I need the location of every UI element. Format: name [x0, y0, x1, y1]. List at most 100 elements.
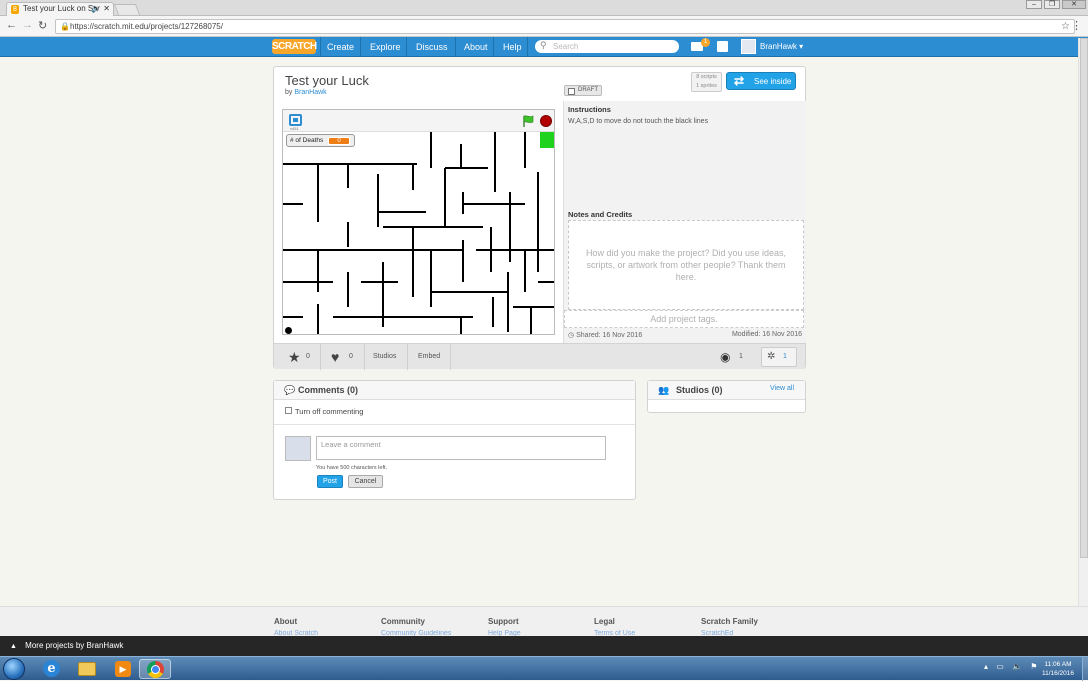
- instructions-text[interactable]: W,A,S,D to move do not touch the black l…: [568, 118, 708, 125]
- checkbox[interactable]: [285, 407, 292, 414]
- green-flag-icon[interactable]: [522, 115, 534, 127]
- eye-icon: ◉: [720, 350, 731, 364]
- modified-date: Modified: 16 Nov 2016: [731, 331, 802, 338]
- lock-icon: 🔒: [60, 22, 70, 31]
- message-count-badge: 1: [701, 38, 710, 47]
- reload-icon[interactable]: ↻: [38, 19, 47, 32]
- player-version: v451: [290, 126, 299, 131]
- fullscreen-icon[interactable]: [289, 114, 302, 126]
- turn-off-commenting-toggle[interactable]: Turn off commenting: [285, 407, 363, 416]
- favorite-star-icon[interactable]: ★: [288, 344, 301, 370]
- project-stage[interactable]: v451 # of Deaths 0: [282, 109, 555, 335]
- cancel-comment-button[interactable]: Cancel: [348, 475, 383, 488]
- footer-heading-scratch-family: Scratch Family: [701, 617, 758, 626]
- stats-divider: [320, 344, 321, 370]
- close-window-button[interactable]: ✕: [1062, 0, 1086, 9]
- nav-about[interactable]: About: [464, 37, 488, 57]
- add-to-studio-button[interactable]: Studios: [373, 344, 396, 370]
- window-controls: – ❐ ✕: [1026, 0, 1086, 9]
- back-arrow-icon[interactable]: ←: [6, 19, 17, 31]
- nav-explore[interactable]: Explore: [370, 37, 401, 57]
- author-link[interactable]: BranHawk: [294, 89, 326, 96]
- turn-off-commenting-label: Turn off commenting: [295, 407, 364, 416]
- search-input[interactable]: ⚲ Search: [535, 40, 679, 53]
- my-stuff-folder-icon[interactable]: [717, 41, 728, 52]
- studios-panel: 👥 Studios (0) View all: [647, 380, 806, 413]
- media-player-taskbar-button[interactable]: ▶: [108, 659, 138, 679]
- maze-walls: [283, 132, 554, 334]
- footer-heading-legal: Legal: [594, 617, 615, 626]
- remix-tree-button[interactable]: ✲ 1: [761, 347, 797, 367]
- chrome-taskbar-button[interactable]: [139, 659, 171, 679]
- more-projects-label: More projects by BranHawk: [25, 641, 124, 650]
- forward-arrow-icon[interactable]: →: [22, 19, 33, 31]
- project-title[interactable]: Test your Luck: [285, 73, 369, 88]
- project-counts: 8 scripts 1 sprites: [691, 72, 722, 92]
- system-tray[interactable]: ▴ ▭ 🔈 ⚑: [984, 662, 1040, 671]
- clock-icon: ◷: [568, 332, 575, 339]
- internet-explorer-taskbar-button[interactable]: e: [36, 659, 66, 679]
- scrollbar-thumb[interactable]: [1080, 38, 1088, 558]
- show-desktop-button[interactable]: [1082, 657, 1088, 681]
- username-menu[interactable]: BranHawk ▾: [760, 37, 803, 57]
- see-inside-button[interactable]: ⇄ See inside: [726, 72, 796, 90]
- nav-divider: [406, 37, 407, 57]
- footer-heading-about: About: [274, 617, 298, 626]
- close-tab-icon[interactable]: ✕: [103, 3, 110, 15]
- notes-heading: Notes and Credits: [568, 210, 633, 219]
- footer-heading-support: Support: [488, 617, 519, 626]
- scratch-navbar: SCRATCH Create Explore Discuss About Hel…: [0, 37, 1088, 57]
- user-avatar[interactable]: [741, 39, 756, 54]
- deaths-monitor-value: 0: [328, 137, 350, 145]
- new-tab-button[interactable]: [113, 4, 141, 15]
- speaker-icon[interactable]: 🔈: [91, 3, 101, 15]
- comments-header: 💬 Comments (0): [274, 381, 635, 400]
- stats-divider: [450, 344, 451, 370]
- remix-count: 1: [783, 353, 787, 360]
- footer-heading-community: Community: [381, 617, 425, 626]
- browser-tab[interactable]: 8 Test your Luck on Scr 🔈 ✕: [6, 2, 114, 16]
- byline-prefix: by: [285, 89, 293, 96]
- username-label: BranHawk: [760, 42, 797, 51]
- address-bar[interactable]: 🔒 https://scratch.mit.edu/projects/12726…: [55, 19, 1075, 34]
- comment-textarea[interactable]: Leave a comment: [316, 436, 606, 460]
- view-all-link[interactable]: View all: [770, 385, 794, 392]
- embed-button[interactable]: Embed: [418, 344, 440, 370]
- nav-discuss[interactable]: Discuss: [416, 37, 448, 57]
- nav-divider: [527, 37, 528, 57]
- search-icon: ⚲: [540, 40, 547, 50]
- nav-create[interactable]: Create: [327, 37, 354, 57]
- love-heart-icon[interactable]: ♥: [331, 344, 339, 370]
- deaths-monitor-label: # of Deaths: [290, 137, 324, 144]
- minimize-button[interactable]: –: [1026, 0, 1042, 9]
- browser-menu-icon[interactable]: ⋮: [1071, 19, 1082, 32]
- more-projects-bar[interactable]: ▲ More projects by BranHawk: [0, 636, 1088, 656]
- clock-time: 11:06 AM: [1044, 661, 1072, 668]
- project-info-panel: Instructions W,A,S,D to move do not touc…: [563, 101, 806, 343]
- project-tags-field[interactable]: Add project tags.: [564, 310, 804, 328]
- bookmark-star-icon[interactable]: ☆: [1061, 20, 1070, 33]
- project-stats-bar: ★ 0 ♥ 0 Studios Embed ◉ 1 ✲ 1: [274, 343, 805, 370]
- shared-date-text: Shared: 16 Nov 2016: [576, 332, 643, 339]
- restore-button[interactable]: ❐: [1044, 0, 1060, 9]
- file-explorer-taskbar-button[interactable]: [72, 659, 102, 679]
- taskbar-clock[interactable]: 11:06 AM 11/16/2016: [1036, 660, 1080, 678]
- page-scrollbar[interactable]: [1078, 38, 1088, 606]
- views-count: 1: [739, 353, 743, 360]
- divider: [274, 424, 635, 425]
- post-comment-button[interactable]: Post: [317, 475, 343, 488]
- draft-badge: DRAFT: [564, 85, 602, 96]
- windows-start-button[interactable]: [3, 658, 25, 680]
- stop-sign-icon[interactable]: [540, 115, 552, 127]
- studios-heading: Studios (0): [676, 385, 723, 395]
- scratch-logo[interactable]: SCRATCH: [272, 39, 317, 54]
- comments-heading: Comments (0): [298, 385, 359, 395]
- commenter-avatar: [285, 436, 311, 461]
- notes-credits-field[interactable]: How did you make the project? Did you us…: [568, 220, 804, 310]
- deaths-monitor: # of Deaths 0: [286, 134, 355, 147]
- favorites-count: 0: [306, 353, 310, 360]
- nav-divider: [320, 37, 321, 57]
- stats-divider: [407, 344, 408, 370]
- nav-help[interactable]: Help: [503, 37, 522, 57]
- project-byline: by BranHawk: [285, 89, 327, 96]
